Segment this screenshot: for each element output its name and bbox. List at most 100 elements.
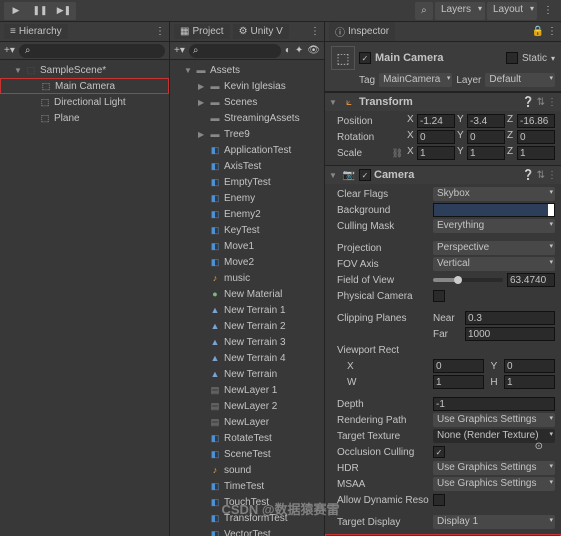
hierarchy-item[interactable]: ⬚Directional Light bbox=[0, 94, 169, 110]
object-name-field[interactable]: Main Camera bbox=[375, 52, 502, 64]
z-field[interactable] bbox=[517, 146, 555, 160]
project-item[interactable]: ●New Material bbox=[170, 286, 324, 302]
project-item[interactable]: ▲New Terrain 3 bbox=[170, 334, 324, 350]
project-item[interactable]: ◧AxisTest bbox=[170, 158, 324, 174]
layer-dropdown[interactable]: Default bbox=[485, 73, 555, 87]
project-search[interactable]: ⌕ bbox=[189, 44, 281, 58]
project-item[interactable]: ◧RotateTest bbox=[170, 430, 324, 446]
dropdown[interactable]: Skybox bbox=[433, 187, 555, 201]
project-item[interactable]: ▤NewLayer 2 bbox=[170, 398, 324, 414]
project-item[interactable]: ▲New Terrain 2 bbox=[170, 318, 324, 334]
dropdown[interactable]: Perspective bbox=[433, 241, 555, 255]
panel-menu-icon[interactable]: ⋮ bbox=[155, 26, 165, 37]
panel-menu-icon[interactable]: ⋮ bbox=[310, 26, 320, 37]
project-item[interactable]: ◧KeyTest bbox=[170, 222, 324, 238]
project-item[interactable]: ♪music bbox=[170, 270, 324, 286]
x-field[interactable] bbox=[417, 130, 455, 144]
project-item[interactable]: ◧SceneTest bbox=[170, 446, 324, 462]
dropdown[interactable]: Use Graphics Settings bbox=[433, 461, 555, 475]
project-item[interactable]: ◧VectorTest bbox=[170, 526, 324, 536]
dropdown[interactable]: Vertical bbox=[433, 257, 555, 271]
static-dropdown-icon[interactable]: ▾ bbox=[551, 54, 555, 63]
hierarchy-tab[interactable]: ≡ Hierarchy bbox=[4, 24, 68, 39]
project-item[interactable]: ▤NewLayer bbox=[170, 414, 324, 430]
help-icon[interactable]: ❔ bbox=[522, 170, 534, 181]
dropdown[interactable]: Everything bbox=[433, 219, 555, 233]
project-item[interactable]: ▲New Terrain bbox=[170, 366, 324, 382]
preset-icon[interactable]: ⇅ bbox=[537, 170, 545, 181]
lock-icon[interactable]: 🔒 bbox=[532, 26, 544, 37]
y-field[interactable] bbox=[467, 130, 505, 144]
help-icon[interactable]: ❔ bbox=[522, 97, 534, 108]
foldout-icon[interactable]: ▶ bbox=[198, 130, 208, 139]
foldout-icon[interactable]: ▼ bbox=[329, 171, 339, 180]
checkbox[interactable] bbox=[433, 446, 445, 458]
menu-icon[interactable]: ⋮ bbox=[547, 97, 557, 108]
project-item[interactable]: ▲New Terrain 1 bbox=[170, 302, 324, 318]
filter-icon[interactable]: ◐ bbox=[285, 45, 291, 56]
panel-menu-icon[interactable]: ⋮ bbox=[547, 26, 557, 37]
checkbox[interactable] bbox=[433, 290, 445, 302]
play-button[interactable]: ▶ bbox=[4, 2, 28, 20]
project-item[interactable]: ▶▬Kevin Iglesias bbox=[170, 78, 324, 94]
project-item[interactable]: ◧Enemy2 bbox=[170, 206, 324, 222]
dropdown[interactable]: Use Graphics Settings bbox=[433, 413, 555, 427]
field[interactable] bbox=[433, 397, 555, 411]
project-item[interactable]: ◧Move1 bbox=[170, 238, 324, 254]
dropdown[interactable]: Display 1 bbox=[433, 515, 555, 529]
hierarchy-search[interactable]: ⌕ bbox=[19, 44, 165, 58]
dropdown[interactable]: Use Graphics Settings bbox=[433, 477, 555, 491]
y-field[interactable] bbox=[467, 114, 505, 128]
link-icon[interactable]: ⛓ bbox=[392, 148, 403, 159]
gameobject-icon[interactable]: ⬚ bbox=[331, 46, 355, 70]
project-item[interactable]: ♪sound bbox=[170, 462, 324, 478]
menu-icon[interactable]: ⋮ bbox=[547, 170, 557, 181]
color-field[interactable] bbox=[433, 203, 555, 217]
menu-icon[interactable]: ⋮ bbox=[539, 5, 557, 16]
project-item[interactable]: ◧EmptyTest bbox=[170, 174, 324, 190]
hierarchy-item[interactable]: ⬚Plane bbox=[0, 110, 169, 126]
foldout-icon[interactable]: ▼ bbox=[14, 66, 24, 75]
layers-dropdown[interactable]: Layers bbox=[435, 2, 485, 20]
project-item[interactable]: ▬StreamingAssets bbox=[170, 110, 324, 126]
scene-root[interactable]: ▼ ⬚ SampleScene* bbox=[0, 62, 169, 78]
foldout-icon[interactable]: ▶ bbox=[198, 82, 208, 91]
object-field[interactable]: None (Render Texture) ⊙ bbox=[433, 429, 555, 443]
near-field[interactable] bbox=[465, 311, 555, 325]
foldout-icon[interactable]: ▶ bbox=[198, 98, 208, 107]
create-dropdown[interactable]: +▾ bbox=[4, 45, 15, 56]
project-item[interactable]: ▶▬Tree9 bbox=[170, 126, 324, 142]
y-field[interactable] bbox=[467, 146, 505, 160]
project-item[interactable]: ▲New Terrain 4 bbox=[170, 350, 324, 366]
project-item[interactable]: ◧TransformTest bbox=[170, 510, 324, 526]
z-field[interactable] bbox=[517, 130, 555, 144]
tag-dropdown[interactable]: MainCamera bbox=[379, 73, 452, 87]
project-item[interactable]: ◧Enemy bbox=[170, 190, 324, 206]
create-dropdown[interactable]: +▾ bbox=[174, 45, 185, 56]
z-field[interactable] bbox=[517, 114, 555, 128]
vx-field[interactable] bbox=[433, 359, 484, 373]
x-field[interactable] bbox=[417, 146, 455, 160]
assets-folder[interactable]: ▼ ▬ Assets bbox=[170, 62, 324, 78]
project-item[interactable]: ▤NewLayer 1 bbox=[170, 382, 324, 398]
project-item[interactable]: ◧TouchTest bbox=[170, 494, 324, 510]
layout-dropdown[interactable]: Layout bbox=[487, 2, 537, 20]
far-field[interactable] bbox=[465, 327, 555, 341]
inspector-tab[interactable]: ⓘ Inspector bbox=[329, 22, 395, 41]
hidden-icon[interactable]: 👁 bbox=[307, 45, 320, 56]
hierarchy-item[interactable]: ⬚Main Camera bbox=[0, 78, 169, 94]
project-item[interactable]: ▶▬Scenes bbox=[170, 94, 324, 110]
unity-tab[interactable]: ⚙ Unity V bbox=[233, 24, 289, 39]
checkbox[interactable] bbox=[433, 494, 445, 506]
vh-field[interactable] bbox=[504, 375, 555, 389]
vw-field[interactable] bbox=[433, 375, 484, 389]
static-checkbox[interactable] bbox=[506, 52, 518, 64]
project-item[interactable]: ◧Move2 bbox=[170, 254, 324, 270]
active-checkbox[interactable] bbox=[359, 52, 371, 64]
pause-button[interactable]: ❚❚ bbox=[28, 2, 52, 20]
project-item[interactable]: ◧ApplicationTest bbox=[170, 142, 324, 158]
vy-field[interactable] bbox=[504, 359, 555, 373]
search-icon[interactable]: ⌕ bbox=[415, 2, 433, 20]
preset-icon[interactable]: ⇅ bbox=[537, 97, 545, 108]
project-item[interactable]: ◧TimeTest bbox=[170, 478, 324, 494]
